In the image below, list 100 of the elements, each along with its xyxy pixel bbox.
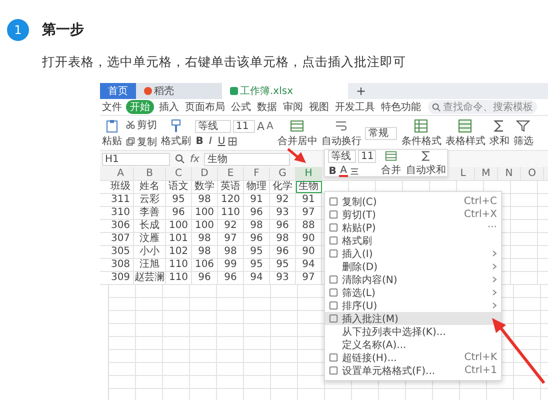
- ribbon-tab[interactable]: 开发工具: [334, 100, 376, 114]
- bold-button[interactable]: B: [328, 166, 337, 176]
- table-cell: 98: [218, 246, 244, 258]
- ribbon-tab[interactable]: 插入: [158, 100, 180, 114]
- table-cell: 化学: [270, 181, 296, 193]
- menu-item[interactable]: 复制(C) Ctrl+C: [325, 195, 501, 208]
- table-cell: 306: [108, 220, 134, 232]
- filter-button[interactable]: 筛选: [513, 118, 534, 148]
- step-title: 第一步: [42, 21, 84, 39]
- conditional-format-button[interactable]: 条件格式: [401, 118, 442, 148]
- menu-item[interactable]: 插入批注(M): [325, 312, 501, 325]
- column-header[interactable]: F: [244, 167, 270, 180]
- table-cell: 97: [296, 272, 322, 284]
- menu-item[interactable]: 筛选(L): [325, 286, 501, 299]
- menu-item[interactable]: 格式刷: [325, 234, 501, 247]
- table-cell: 95: [166, 194, 192, 206]
- table-cell: 96: [270, 246, 296, 258]
- font-field[interactable]: 等线: [328, 150, 356, 162]
- table-cell: 305: [108, 246, 134, 258]
- table-cell: 91: [244, 194, 270, 206]
- function-label[interactable]: fx: [190, 154, 200, 164]
- paste-button[interactable]: 粘贴: [102, 118, 122, 148]
- font-size-field[interactable]: 11: [358, 150, 376, 162]
- table-cell: 95: [270, 259, 296, 271]
- document-tab[interactable]: 稻壳: [136, 83, 222, 99]
- ribbon-tab[interactable]: 页面布局: [184, 100, 226, 114]
- table-cell: 96: [192, 272, 218, 284]
- table-cell: 赵芸澜: [134, 272, 166, 284]
- font-field[interactable]: 等线: [195, 120, 231, 132]
- table-cell: 93: [270, 272, 296, 284]
- ribbon-tab[interactable]: 特色功能: [380, 100, 422, 114]
- column-header[interactable]: N: [498, 167, 521, 180]
- new-tab-button[interactable]: +: [348, 83, 374, 99]
- column-header[interactable]: E: [218, 167, 244, 180]
- text-style-button[interactable]: U: [217, 136, 226, 146]
- ribbon-tab[interactable]: 视图: [308, 100, 330, 114]
- column-header[interactable]: B: [134, 167, 166, 180]
- font-color-button[interactable]: A: [339, 166, 348, 176]
- menu-item[interactable]: 设置单元格格式(F)... Ctrl+1: [325, 364, 501, 377]
- wrap-text-button[interactable]: 自动换行: [321, 118, 362, 148]
- table-cell: 100: [192, 220, 218, 232]
- column-header[interactable]: C: [166, 167, 192, 180]
- table-cell: 100: [166, 220, 192, 232]
- table-cell: 91: [296, 194, 322, 206]
- column-header[interactable]: D: [192, 167, 218, 180]
- formula-field[interactable]: 生物: [204, 152, 290, 166]
- step-number-badge: 1: [7, 19, 29, 41]
- table-cell: 98: [244, 220, 270, 232]
- number-format-field[interactable]: 常规: [365, 126, 398, 140]
- menu-item[interactable]: 插入(I): [325, 247, 501, 260]
- table-cell: 生物: [296, 181, 322, 193]
- menu-item[interactable]: 定义名称(A)...: [325, 338, 501, 351]
- cut-button[interactable]: 剪切: [126, 118, 157, 132]
- ribbon-tab[interactable]: 公式: [230, 100, 252, 114]
- table-cell: 106: [192, 259, 218, 271]
- table-cell: 97: [296, 207, 322, 219]
- column-header[interactable]: M: [475, 167, 498, 180]
- shrink-font-button[interactable]: A: [266, 120, 274, 132]
- menu-item[interactable]: 从下拉列表中选择(K)...: [325, 325, 501, 338]
- column-header[interactable]: A: [108, 167, 134, 180]
- sum-button[interactable]: 求和: [489, 118, 510, 148]
- grow-font-button[interactable]: A: [257, 120, 265, 132]
- text-style-button[interactable]: I: [206, 136, 215, 146]
- table-cell: 姓名: [134, 181, 166, 193]
- column-header[interactable]: L: [452, 167, 475, 180]
- menu-item[interactable]: 排序(U): [325, 299, 501, 312]
- menu-item[interactable]: 清除内容(N): [325, 273, 501, 286]
- menu-item[interactable]: 粘贴(P) ···: [325, 221, 501, 234]
- instruction-text: 打开表格，选中单元格，右键单击该单元格，点击插入批注即可: [42, 54, 407, 71]
- table-cell: 308: [108, 259, 134, 271]
- text-style-button[interactable]: B: [195, 136, 204, 146]
- table-cell: 物理: [244, 181, 270, 193]
- copy-button[interactable]: 复制: [126, 134, 157, 148]
- merge-center-button[interactable]: 合并居中: [277, 118, 318, 148]
- ribbon-tab[interactable]: 审阅: [282, 100, 304, 114]
- column-header[interactable]: O: [521, 167, 544, 180]
- table-cell: 101: [166, 233, 192, 245]
- table-cell: 班级: [108, 181, 134, 193]
- table-style-button[interactable]: 表格样式: [445, 118, 486, 148]
- table-cell: 数学: [192, 181, 218, 193]
- cell-reference-field[interactable]: H1: [102, 152, 170, 166]
- table-cell: 长成: [134, 220, 166, 232]
- table-cell: 93: [270, 207, 296, 219]
- format-painter-button[interactable]: 格式刷: [161, 118, 191, 148]
- table-cell: 92: [218, 220, 244, 232]
- table-cell: 92: [270, 194, 296, 206]
- table-cell: 102: [166, 246, 192, 258]
- autosum-button[interactable]: 自动求和: [406, 150, 446, 176]
- menu-item[interactable]: 超链接(H)... Ctrl+K: [325, 351, 501, 364]
- table-cell: 96: [270, 220, 296, 232]
- file-menu[interactable]: 文件: [102, 100, 122, 114]
- merge-button[interactable]: 合并: [381, 150, 401, 176]
- document-tab[interactable]: 首页: [100, 83, 136, 99]
- menu-item[interactable]: 剪切(T) Ctrl+X: [325, 208, 501, 221]
- font-size-field[interactable]: 11: [233, 120, 255, 132]
- ribbon-tab[interactable]: 数据: [256, 100, 278, 114]
- table-cell: 110: [218, 207, 244, 219]
- table-cell: 96: [244, 207, 270, 219]
- document-tab[interactable]: 工作簿.xlsx: [222, 83, 348, 99]
- menu-item[interactable]: 删除(D): [325, 260, 501, 273]
